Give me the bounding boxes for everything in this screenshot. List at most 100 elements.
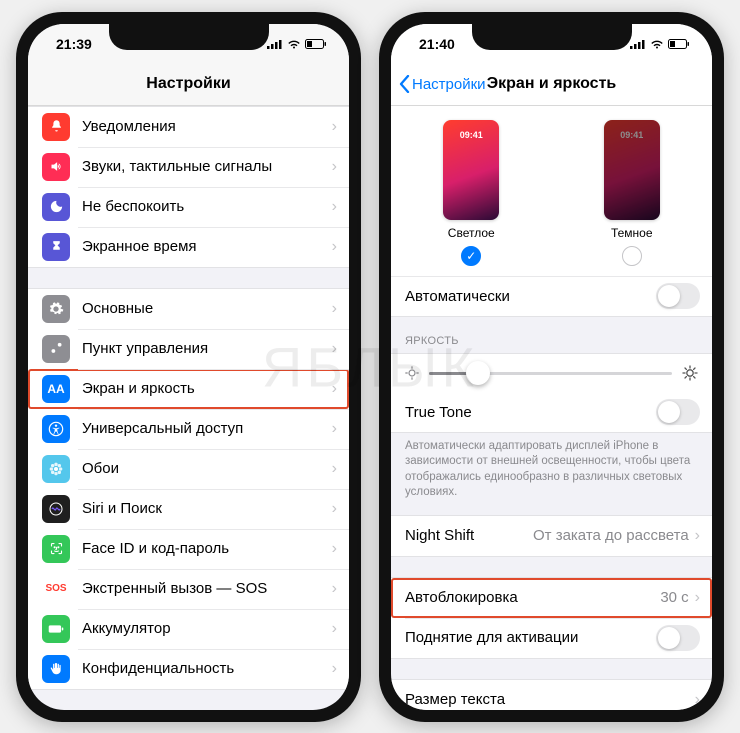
flower-icon: [42, 455, 70, 483]
hand-icon: [42, 655, 70, 683]
settings-row[interactable]: Обои›: [28, 449, 349, 489]
signal-icon: [630, 39, 646, 49]
appearance-light[interactable]: Светлое: [443, 120, 499, 266]
settings-row[interactable]: Аккумулятор›: [28, 609, 349, 649]
toggle-raise[interactable]: [656, 625, 700, 651]
radio-selected[interactable]: [461, 246, 481, 266]
brightness-slider-row: [391, 353, 712, 393]
nav-bar: Настройки: [28, 64, 349, 106]
moon-icon: [42, 193, 70, 221]
wifi-icon: [650, 39, 664, 49]
settings-row[interactable]: Конфиденциальность›: [28, 649, 349, 689]
chevron-right-icon: ›: [332, 500, 337, 518]
sun-low-icon: [405, 366, 419, 380]
row-textsize[interactable]: Размер текста ›: [391, 680, 712, 710]
row-label: Обои: [82, 460, 332, 477]
radio-unselected[interactable]: [622, 246, 642, 266]
settings-row[interactable]: Пункт управления›: [28, 329, 349, 369]
clock: 21:40: [419, 36, 455, 52]
row-truetone[interactable]: True Tone: [391, 393, 712, 433]
hourglass-icon: [42, 233, 70, 261]
sound-icon: [42, 153, 70, 181]
chevron-left-icon: [399, 75, 410, 93]
settings-row[interactable]: Не беспокоить›: [28, 187, 349, 227]
chevron-right-icon: ›: [332, 540, 337, 558]
access-icon: [42, 415, 70, 443]
chevron-right-icon: ›: [332, 380, 337, 398]
row-label: Экстренный вызов — SOS: [82, 580, 332, 597]
toggle-automatic[interactable]: [656, 283, 700, 309]
chevron-right-icon: ›: [332, 158, 337, 176]
aa-icon: AA: [42, 375, 70, 403]
row-automatic[interactable]: Автоматически: [391, 277, 712, 317]
nightshift-label: Night Shift: [405, 527, 533, 544]
back-button[interactable]: Настройки: [399, 64, 486, 105]
chevron-right-icon: ›: [332, 300, 337, 318]
row-label: Экран и яркость: [82, 380, 332, 397]
settings-row[interactable]: Уведомления›: [28, 107, 349, 147]
row-label: Звуки, тактильные сигналы: [82, 158, 332, 175]
chevron-right-icon: ›: [332, 198, 337, 216]
nav-bar: Настройки Экран и яркость: [391, 64, 712, 106]
settings-row[interactable]: SOS Экстренный вызов — SOS›: [28, 569, 349, 609]
row-label: Конфиденциальность: [82, 660, 332, 677]
notch: [109, 24, 269, 50]
appearance-dark[interactable]: Темное: [604, 120, 660, 266]
row-nightshift[interactable]: Night Shift От заката до рассвета ›: [391, 516, 712, 556]
settings-list[interactable]: Уведомления›Звуки, тактильные сигналы›Не…: [28, 106, 349, 710]
chevron-right-icon: ›: [332, 118, 337, 136]
textsize-label: Размер текста: [405, 691, 695, 708]
row-label: Экранное время: [82, 238, 332, 255]
chevron-right-icon: ›: [332, 460, 337, 478]
row-autolock[interactable]: Автоблокировка 30 с ›: [391, 578, 712, 618]
chevron-right-icon: ›: [332, 238, 337, 256]
row-label: Универсальный доступ: [82, 420, 332, 437]
chevron-right-icon: ›: [332, 620, 337, 638]
dark-thumb: [604, 120, 660, 220]
light-label: Светлое: [443, 226, 499, 240]
row-raise-to-wake[interactable]: Поднятие для активации: [391, 618, 712, 658]
toggle-truetone[interactable]: [656, 399, 700, 425]
autolock-label: Автоблокировка: [405, 589, 660, 606]
phone-right: 21:40 Настройки Экран и яркость Светлое: [379, 12, 724, 722]
dark-label: Темное: [604, 226, 660, 240]
row-label: Основные: [82, 300, 332, 317]
truetone-footer: Автоматически адаптировать дисплей iPhon…: [391, 433, 712, 505]
truetone-label: True Tone: [405, 404, 656, 421]
brightness-slider[interactable]: [429, 372, 672, 375]
row-label: Siri и Поиск: [82, 500, 332, 517]
light-thumb: [443, 120, 499, 220]
faceid-icon: [42, 535, 70, 563]
chevron-right-icon: ›: [332, 340, 337, 358]
gear-icon: [42, 295, 70, 323]
sos-icon: SOS: [42, 575, 70, 603]
chevron-right-icon: ›: [332, 420, 337, 438]
sun-high-icon: [682, 365, 698, 381]
automatic-label: Автоматически: [405, 288, 656, 305]
battery-icon: [305, 39, 327, 49]
bell-icon: [42, 113, 70, 141]
row-label: Уведомления: [82, 118, 332, 135]
siri-icon: [42, 495, 70, 523]
clock: 21:39: [56, 36, 92, 52]
chevron-right-icon: ›: [332, 580, 337, 598]
switches-icon: [42, 335, 70, 363]
settings-row[interactable]: Универсальный доступ›: [28, 409, 349, 449]
settings-row[interactable]: AA Экран и яркость›: [28, 369, 349, 409]
row-label: Пункт управления: [82, 340, 332, 357]
raise-label: Поднятие для активации: [405, 629, 656, 646]
chevron-right-icon: ›: [695, 589, 700, 607]
chevron-right-icon: ›: [695, 527, 700, 545]
settings-row[interactable]: Экранное время›: [28, 227, 349, 267]
signal-icon: [267, 39, 283, 49]
autolock-value: 30 с: [660, 589, 688, 606]
settings-row[interactable]: Face ID и код-пароль›: [28, 529, 349, 569]
nightshift-value: От заката до рассвета: [533, 527, 689, 544]
battery-icon: [42, 615, 70, 643]
page-title: Настройки: [146, 75, 230, 93]
settings-row[interactable]: Основные›: [28, 289, 349, 329]
wifi-icon: [287, 39, 301, 49]
settings-row[interactable]: Звуки, тактильные сигналы›: [28, 147, 349, 187]
display-settings[interactable]: Светлое Темное Автоматически ЯРКОСТЬ: [391, 106, 712, 710]
settings-row[interactable]: Siri и Поиск›: [28, 489, 349, 529]
